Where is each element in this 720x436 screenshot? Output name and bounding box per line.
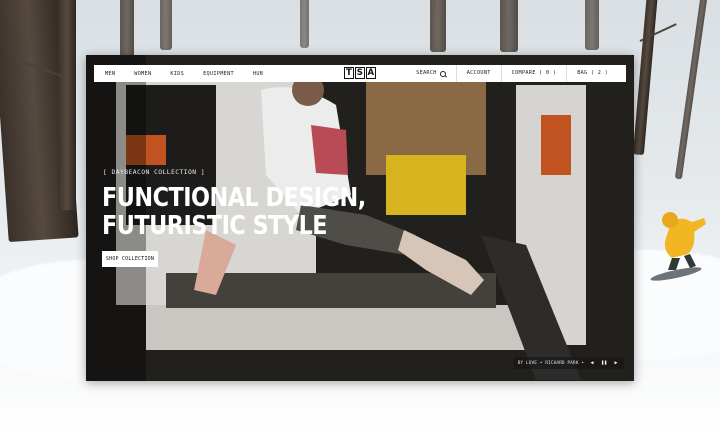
snowboarder-figure	[650, 212, 706, 281]
tree-trunk	[632, 0, 659, 156]
tree-trunk	[120, 0, 134, 60]
tree-trunk	[58, 0, 76, 210]
video-credit: BY LOVE • RICHARD PARK •	[517, 360, 584, 366]
bag-link[interactable]: BAG ( 2 )	[566, 65, 618, 82]
next-icon[interactable]: ▶	[612, 360, 620, 366]
primary-nav: MEN WOMEN KIDS EQUIPMENT HUB	[105, 71, 282, 77]
tree-trunk	[300, 0, 309, 48]
hero-card: MEN WOMEN KIDS EQUIPMENT HUB T S A SEARC…	[86, 55, 634, 381]
headline-line-2: FUTURISTIC STYLE	[102, 211, 328, 241]
logo-letter: T	[344, 67, 354, 79]
search-button[interactable]: SEARCH	[406, 65, 456, 82]
tree-trunk	[674, 0, 709, 180]
tree-trunk	[160, 0, 172, 50]
shop-collection-button[interactable]: SHOP COLLECTION	[102, 251, 158, 267]
compare-link[interactable]: COMPARE ( 0 )	[500, 65, 567, 82]
hero-headline: FUNCTIONAL DESIGN, FUTURISTIC STYLE	[102, 184, 366, 240]
logo-letter: A	[366, 67, 376, 79]
nav-link-women[interactable]: WOMEN	[134, 71, 151, 77]
brand-logo[interactable]: T S A	[344, 67, 376, 79]
nav-link-kids[interactable]: KIDS	[170, 71, 184, 77]
logo-letter: S	[355, 67, 365, 79]
nav-link-equipment[interactable]: EQUIPMENT	[203, 71, 234, 77]
search-label: SEARCH	[416, 70, 437, 76]
nav-link-hub[interactable]: HUB	[253, 71, 263, 77]
previous-icon[interactable]: ◀	[588, 360, 596, 366]
headline-line-1: FUNCTIONAL DESIGN,	[102, 183, 366, 213]
account-link[interactable]: ACCOUNT	[455, 65, 501, 82]
top-navigation-bar: MEN WOMEN KIDS EQUIPMENT HUB T S A SEARC…	[94, 65, 626, 82]
tree-trunk	[500, 0, 518, 52]
collection-eyebrow: [ DAYBEACON COLLECTION ]	[103, 168, 205, 176]
nav-link-men[interactable]: MEN	[105, 71, 115, 77]
search-icon	[439, 70, 446, 77]
tree-trunk	[585, 0, 599, 50]
video-player-controls: BY LOVE • RICHARD PARK • ◀ ❚❚ ▶	[513, 357, 624, 369]
pause-icon[interactable]: ❚❚	[600, 360, 608, 366]
utility-nav: SEARCH ACCOUNT COMPARE ( 0 ) BAG ( 2 )	[406, 65, 618, 82]
tree-trunk	[430, 0, 446, 52]
